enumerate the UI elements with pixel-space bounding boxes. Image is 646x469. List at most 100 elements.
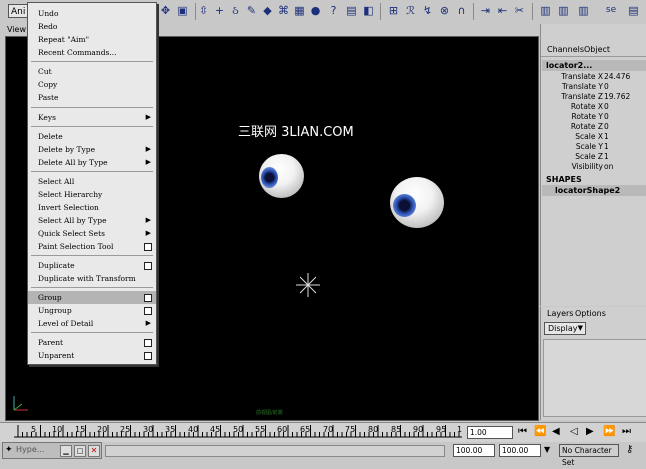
add-icon[interactable]: + [212, 3, 227, 18]
menu-item-cut[interactable]: Cut [28, 65, 156, 78]
menu-item-paint-selection-tool[interactable]: Paint Selection Tool [28, 240, 156, 253]
layout-icon[interactable]: ▥ [576, 3, 591, 18]
menu-item-repeat[interactable]: Repeat "Aim" [28, 33, 156, 46]
settings-icon[interactable]: se [598, 3, 624, 18]
layout-icon[interactable]: ▥ [556, 3, 571, 18]
time-slider[interactable]: 5 10 15 20 25 30 35 40 45 50 55 60 65 70… [0, 422, 646, 443]
close-icon[interactable]: ✕ [88, 445, 100, 457]
range-end-field[interactable]: 100.00 [499, 444, 541, 457]
menu-item-paste[interactable]: Paste [28, 91, 156, 104]
attribute-row[interactable]: Translate X 24.476 [541, 72, 646, 82]
tick-label: 80 [368, 425, 379, 434]
range-start-field[interactable]: 100.00 [453, 444, 495, 457]
eyeball[interactable] [390, 177, 444, 228]
menu-item-select-all-by-type[interactable]: Select All by Type ▶ [28, 214, 156, 227]
menu-item-select-hierarchy[interactable]: Select Hierarchy [28, 188, 156, 201]
attribute-row[interactable]: Scale Z1 [541, 152, 646, 162]
menu-item-level-of-detail[interactable]: Level of Detail ▶ [28, 317, 156, 330]
play-forward-icon[interactable]: ▶ [586, 426, 594, 437]
view-menu[interactable]: View [7, 25, 26, 34]
layer-mode-dropdown[interactable]: Display ▼ [544, 322, 586, 335]
menu-layers[interactable]: Layers [547, 309, 573, 318]
help-icon[interactable]: ? [326, 3, 341, 18]
menu-item-unparent[interactable]: Unparent [28, 349, 156, 362]
option-box-icon[interactable] [144, 243, 152, 251]
move-tool-icon[interactable]: ▣ [175, 3, 190, 18]
magnet-icon[interactable]: ∩ [454, 3, 469, 18]
option-box-icon[interactable] [144, 307, 152, 315]
option-box-icon[interactable] [144, 294, 152, 302]
menu-item-copy[interactable]: Copy [28, 78, 156, 91]
import-icon[interactable]: ⇥ [478, 3, 493, 18]
menu-item-recent-commands[interactable]: Recent Commands... [28, 46, 156, 59]
menu-item-undo[interactable]: Undo [28, 7, 156, 20]
option-box-icon[interactable] [144, 352, 152, 360]
attribute-row[interactable]: Rotate Z0 [541, 122, 646, 132]
sphere-icon[interactable]: ● [308, 3, 323, 18]
menu-item-duplicate-with-transform[interactable]: Duplicate with Transform [28, 272, 156, 285]
menu-item-select-all[interactable]: Select All [28, 175, 156, 188]
menu-item-delete-all-by-type[interactable]: Delete All by Type ▶ [28, 156, 156, 169]
attribute-row[interactable]: Scale Y1 [541, 142, 646, 152]
menu-item-invert-selection[interactable]: Invert Selection [28, 201, 156, 214]
attribute-row[interactable]: Visibility on [541, 162, 646, 172]
menu-item-duplicate[interactable]: Duplicate [28, 259, 156, 272]
object-name[interactable]: locator2... [542, 60, 646, 71]
option-box-icon[interactable] [144, 339, 152, 347]
current-frame-field[interactable]: 1.00 [467, 426, 513, 439]
attribute-row[interactable]: Translate Z 19.762 [541, 92, 646, 102]
range-slider[interactable] [105, 445, 445, 457]
submenu-arrow-icon: ▶ [145, 319, 151, 327]
cluster-icon[interactable]: ⊗ [437, 3, 452, 18]
tab-channels[interactable]: Channels [547, 45, 584, 54]
menu-item-quick-select-sets[interactable]: Quick Select Sets ▶ [28, 227, 156, 240]
menu-item-ungroup[interactable]: Ungroup [28, 304, 156, 317]
shape-name[interactable]: locatorShape2 [542, 185, 646, 196]
ipr-icon[interactable]: ◧ [361, 3, 376, 18]
joint-icon[interactable]: ℛ [403, 3, 418, 18]
script-icon[interactable]: ✂ [512, 3, 527, 18]
render-icon[interactable]: ▤ [344, 3, 359, 18]
menu-item-redo[interactable]: Redo [28, 20, 156, 33]
locator-icon[interactable] [296, 273, 320, 297]
menu-item-parent[interactable]: Parent [28, 336, 156, 349]
menu-item-keys[interactable]: Keys ▶ [28, 111, 156, 124]
key-icon[interactable]: ⚷ [626, 444, 633, 455]
attribute-row[interactable]: Rotate Y0 [541, 112, 646, 122]
hypershade-window[interactable]: ✦ Hype... ▁ □ ✕ [2, 442, 102, 459]
character-set-field[interactable]: No Character Set [559, 444, 619, 467]
go-to-start-icon[interactable]: ⏮ [518, 426, 527, 437]
lattice-icon[interactable]: ⌘ [276, 3, 291, 18]
step-back-key-icon[interactable]: ⏪ [534, 426, 546, 437]
attribute-row[interactable]: Scale X1 [541, 132, 646, 142]
menu-item-delete-by-type[interactable]: Delete by Type ▶ [28, 143, 156, 156]
play-backward-icon[interactable]: ◁ [570, 426, 578, 437]
attribute-row[interactable]: Translate Y0 [541, 82, 646, 92]
chevron-down-icon[interactable]: ▼ [544, 445, 550, 454]
option-box-icon[interactable] [144, 262, 152, 270]
grid-icon[interactable]: ▦ [292, 3, 307, 18]
go-to-end-icon[interactable]: ⏭ [622, 426, 631, 437]
skin-icon[interactable]: ⊞ [386, 3, 401, 18]
attribute-row[interactable]: Rotate X0 [541, 102, 646, 112]
menu-item-group[interactable]: Group [28, 291, 156, 304]
minimize-icon[interactable]: ▁ [60, 445, 72, 457]
tab-object[interactable]: Object [584, 45, 610, 54]
menu-item-delete[interactable]: Delete [28, 130, 156, 143]
maximize-icon[interactable]: □ [74, 445, 86, 457]
tick-label: 65 [300, 425, 311, 434]
select-tool-icon[interactable]: ✥ [158, 3, 173, 18]
lasso-icon[interactable]: ✎ [244, 3, 259, 18]
cube-icon[interactable]: ◆ [260, 3, 275, 18]
menu-options[interactable]: Options [575, 309, 606, 318]
channel-box-icon[interactable]: ▤ [626, 3, 641, 18]
step-back-icon[interactable]: ◀ [552, 426, 560, 437]
eyeball[interactable] [259, 154, 304, 198]
layout-icon[interactable]: ▥ [538, 3, 553, 18]
ik-icon[interactable]: ↯ [420, 3, 435, 18]
export-icon[interactable]: ⇤ [495, 3, 510, 18]
curve-icon[interactable]: ઠ [228, 3, 243, 18]
layer-list[interactable] [543, 339, 646, 417]
step-forward-icon[interactable]: ⏩ [603, 426, 615, 437]
snap-icon[interactable]: ⇳ [196, 3, 211, 18]
